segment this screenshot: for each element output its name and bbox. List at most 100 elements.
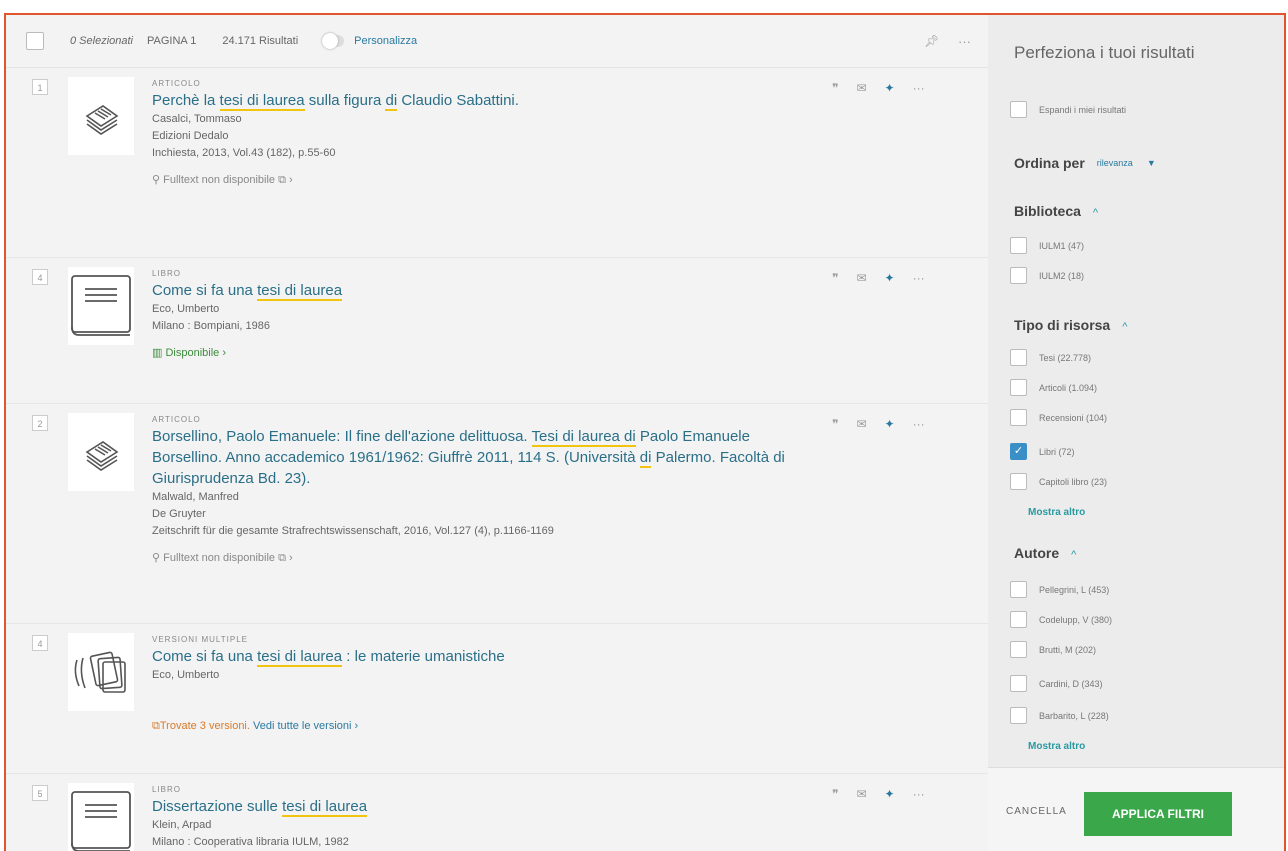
expand-checkbox[interactable]	[1010, 101, 1027, 118]
result-index[interactable]: 1	[32, 79, 48, 95]
availability-link[interactable]: ▥ Disponibile ›	[152, 345, 812, 362]
pin-icon[interactable]: ✦	[885, 81, 895, 95]
result-actions: ❞ ✉ ✦ ···	[832, 417, 925, 431]
result-type: VERSIONI MULTIPLE	[152, 635, 248, 644]
cite-icon[interactable]: ❞	[832, 81, 838, 95]
facet-author-item[interactable]: Cardini, D (343)	[1010, 675, 1103, 692]
facet-checkbox[interactable]	[1010, 349, 1027, 366]
show-more-author[interactable]: Mostra altro	[1028, 741, 1085, 752]
result-actions: ❞ ✉ ✦ ···	[832, 271, 925, 285]
facet-author-item[interactable]: Pellegrini, L (453)	[1010, 581, 1109, 598]
sort-selector[interactable]: Ordina per rilevanza ▼	[1014, 155, 1156, 171]
facet-resource-type-header[interactable]: Tipo di risorsa ^	[1014, 317, 1127, 333]
email-icon[interactable]: ✉	[856, 417, 866, 431]
facet-checkbox[interactable]	[1010, 409, 1027, 426]
checked-checkbox-icon[interactable]: ✓	[1010, 443, 1027, 460]
chevron-up-icon: ^	[1122, 321, 1128, 333]
result-author: Eco, Umberto	[152, 303, 220, 315]
article-icon[interactable]	[68, 77, 134, 155]
ellipsis-icon[interactable]: ···	[913, 271, 925, 285]
results-count: 24.171 Risultati	[222, 35, 299, 47]
ellipsis-icon[interactable]: ···	[913, 417, 925, 431]
facet-author-header[interactable]: Autore ^	[1014, 545, 1076, 561]
personalize-toggle[interactable]	[322, 33, 345, 49]
facet-library-header[interactable]: Biblioteca ^	[1014, 203, 1098, 219]
facet-author-item[interactable]: Barbarito, L (228)	[1010, 707, 1109, 724]
facet-checkbox[interactable]	[1010, 675, 1027, 692]
result-item: 4 LIBRO Come si fa una tesi di laurea Ec…	[6, 257, 988, 404]
cite-icon[interactable]: ❞	[832, 271, 838, 285]
facet-author-item[interactable]: Codelupp, V (380)	[1010, 611, 1112, 628]
email-icon[interactable]: ✉	[856, 787, 866, 801]
pin-icon[interactable]: 📌︎	[924, 34, 939, 48]
facet-resource-type-item[interactable]: Articoli (1.094)	[1010, 379, 1097, 396]
cite-icon[interactable]: ❞	[832, 787, 838, 801]
result-publisher: De Gruyter	[152, 508, 206, 520]
book-icon[interactable]	[68, 267, 134, 345]
result-index[interactable]: 2	[32, 415, 48, 431]
sidebar-title: Perfeziona i tuoi risultati	[1014, 43, 1195, 62]
refine-sidebar: Perfeziona i tuoi risultati Espandi i mi…	[988, 15, 1284, 851]
result-title[interactable]: Come si fa una tesi di laurea	[152, 280, 812, 301]
result-index[interactable]: 4	[32, 635, 48, 651]
facet-checkbox[interactable]	[1010, 581, 1027, 598]
result-item: 1 ARTICOLO Perchè la tesi di laurea sull…	[6, 67, 988, 258]
facet-checkbox[interactable]	[1010, 641, 1027, 658]
app-frame: 0 Selezionati PAGINA 1 24.171 Risultati …	[4, 13, 1286, 851]
result-title[interactable]: Dissertazione sulle tesi di laurea	[152, 796, 812, 817]
facet-library-item[interactable]: IULM2 (18)	[1010, 267, 1084, 284]
versions-link[interactable]: ⧉Trovate 3 versioni. Vedi tutte le versi…	[152, 718, 812, 735]
facet-library-item[interactable]: IULM1 (47)	[1010, 237, 1084, 254]
chevron-up-icon: ^	[1092, 207, 1099, 219]
result-title[interactable]: Borsellino, Paolo Emanuele: Il fine dell…	[152, 426, 812, 489]
shelf-icon: ▥	[152, 347, 166, 359]
result-source: Inchiesta, 2013, Vol.43 (182), p.55-60	[152, 147, 336, 159]
personalize-label[interactable]: Personalizza	[354, 35, 417, 47]
result-author: Eco, Umberto	[152, 669, 220, 681]
versions-icon[interactable]	[68, 633, 134, 711]
facet-checkbox[interactable]	[1010, 611, 1027, 628]
facet-author-item[interactable]: Brutti, M (202)	[1010, 641, 1096, 658]
facet-checkbox[interactable]	[1010, 267, 1027, 284]
ellipsis-icon[interactable]: ···	[913, 787, 925, 801]
result-index[interactable]: 4	[32, 269, 48, 285]
article-icon[interactable]	[68, 413, 134, 491]
result-publisher: Milano : Cooperativa libraria IULM, 1982	[152, 836, 349, 848]
sort-value[interactable]: rilevanza	[1097, 158, 1133, 168]
chevron-down-icon[interactable]: ▼	[1147, 158, 1156, 168]
facet-resource-type-item[interactable]: Recensioni (104)	[1010, 409, 1107, 426]
email-icon[interactable]: ✉	[856, 271, 866, 285]
result-type: ARTICOLO	[152, 415, 201, 424]
expand-label: Espandi i miei risultati	[1039, 104, 1127, 115]
availability-link[interactable]: ⚲ Fulltext non disponibile ⧉ ›	[152, 550, 812, 567]
result-author: Klein, Arpad	[152, 819, 212, 831]
facet-checkbox[interactable]	[1010, 707, 1027, 724]
facet-resource-type-item[interactable]: Capitoli libro (23)	[1010, 473, 1107, 490]
result-title[interactable]: Come si fa una tesi di laurea : le mater…	[152, 646, 812, 667]
ellipsis-icon[interactable]: ···	[958, 34, 971, 49]
pin-icon[interactable]: ✦	[885, 417, 895, 431]
facet-resource-type-item[interactable]: ✓ Libri (72)	[1010, 443, 1075, 460]
cite-icon[interactable]: ❞	[832, 417, 838, 431]
result-publisher: Milano : Bompiani, 1986	[152, 320, 271, 332]
filter-actions: CANCELLA APPLICA FILTRI	[988, 767, 1284, 851]
ellipsis-icon[interactable]: ···	[913, 81, 925, 95]
apply-filters-button[interactable]: APPLICA FILTRI	[1084, 792, 1232, 836]
result-index[interactable]: 5	[32, 785, 48, 801]
availability-link[interactable]: ⚲ Fulltext non disponibile ⧉ ›	[152, 172, 812, 189]
facet-checkbox[interactable]	[1010, 379, 1027, 396]
facet-checkbox[interactable]	[1010, 473, 1027, 490]
facet-resource-type-item[interactable]: Tesi (22.778)	[1010, 349, 1091, 366]
pin-icon[interactable]: ✦	[885, 787, 895, 801]
result-actions: ❞ ✉ ✦ ···	[832, 787, 925, 801]
pin-icon[interactable]: ✦	[885, 271, 895, 285]
select-all-checkbox[interactable]	[26, 32, 44, 50]
show-more-resource-type[interactable]: Mostra altro	[1028, 507, 1085, 518]
result-title[interactable]: Perchè la tesi di laurea sulla figura di…	[152, 90, 812, 111]
facet-checkbox[interactable]	[1010, 237, 1027, 254]
expand-results-option[interactable]: Espandi i miei risultati	[1010, 101, 1126, 118]
cancel-button[interactable]: CANCELLA	[1006, 806, 1067, 817]
email-icon[interactable]: ✉	[856, 81, 866, 95]
result-item: 4 VERSIONI MULTIPLE Come si fa una tesi …	[6, 623, 988, 774]
book-icon[interactable]	[68, 783, 134, 851]
